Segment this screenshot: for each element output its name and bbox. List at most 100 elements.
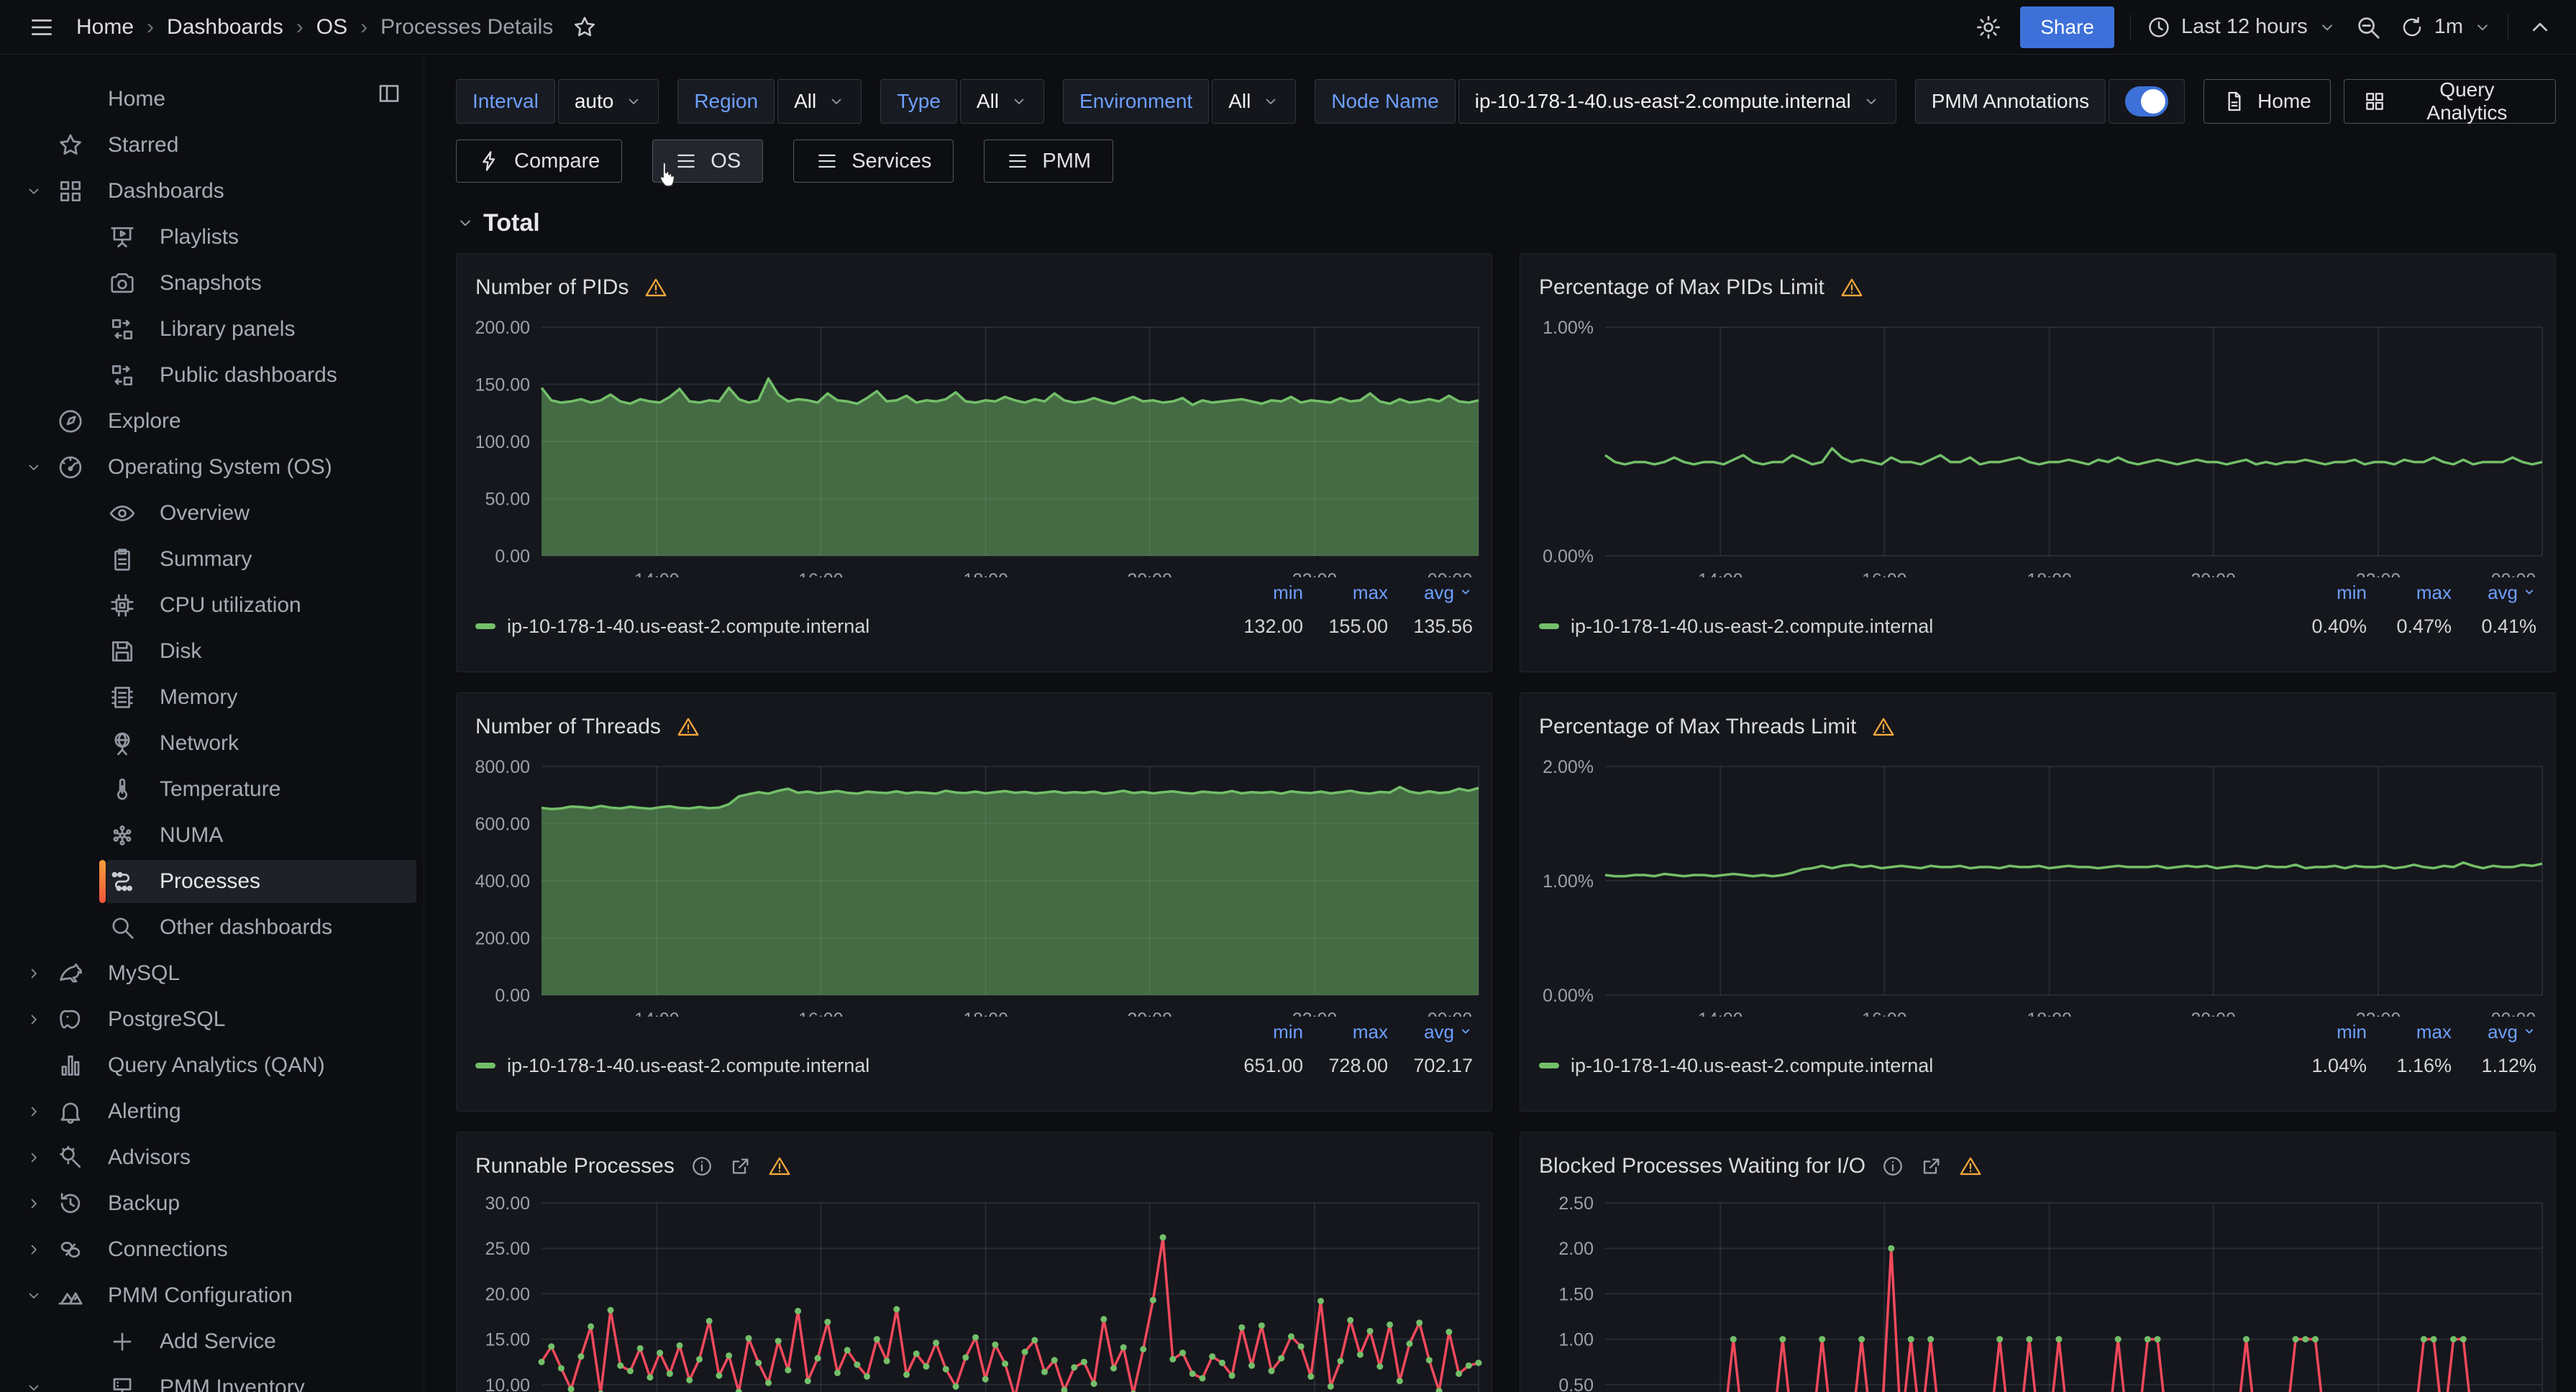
chevron-down-icon[interactable] — [13, 183, 55, 200]
sidebar-item-summary[interactable]: Summary — [0, 536, 424, 582]
panel-warning-icon[interactable] — [1872, 715, 1895, 738]
sidebar-item-network[interactable]: Network — [0, 720, 424, 766]
legend-series-name[interactable]: ip-10-178-1-40.us-east-2.compute.interna… — [475, 615, 1218, 638]
pmm-link-button[interactable]: PMM — [984, 139, 1113, 183]
zoom-out-icon[interactable] — [2352, 12, 2384, 43]
legend-header-avg[interactable]: avg — [1388, 1021, 1473, 1043]
panel-warning-icon[interactable] — [677, 715, 700, 738]
sidebar-item-other-dashboards[interactable]: Other dashboards — [0, 905, 424, 951]
sidebar-item-playlists[interactable]: Playlists — [0, 214, 424, 260]
sidebar-item-home[interactable]: Home — [0, 76, 424, 122]
hamburger-menu-icon[interactable] — [26, 12, 58, 43]
sidebar-item-backup[interactable]: Backup — [0, 1181, 424, 1227]
sidebar-item-pmm-configuration[interactable]: PMM Configuration — [0, 1273, 424, 1319]
compare-link-button[interactable]: Compare — [456, 139, 622, 183]
chart-plot-area[interactable]: 0.501.001.502.002.5014:0016:0018:0020:00… — [1520, 1184, 2555, 1392]
sidebar-item-temperature[interactable]: Temperature — [0, 766, 424, 812]
sidebar-item-memory[interactable]: Memory — [0, 674, 424, 720]
breadcrumb-item[interactable]: Dashboards — [167, 15, 283, 40]
legend-header-avg[interactable]: avg — [2452, 582, 2536, 604]
sidebar-item-alerting[interactable]: Alerting — [0, 1089, 424, 1135]
panel-warning-icon[interactable] — [768, 1155, 791, 1178]
sidebar-item-mysql[interactable]: MySQL — [0, 951, 424, 997]
sidebar-item-explore[interactable]: Explore — [0, 398, 424, 444]
sidebar-item-connections[interactable]: Connections — [0, 1227, 424, 1273]
panel-title[interactable]: Percentage of Max Threads Limit — [1539, 715, 1856, 739]
sidebar-item-pmm-inventory[interactable]: PMM Inventory — [0, 1365, 424, 1392]
chevron-right-icon[interactable] — [13, 1011, 55, 1028]
dashboard-settings-gear-icon[interactable] — [1973, 12, 2004, 43]
legend-header-min[interactable]: min — [2282, 582, 2367, 604]
chevron-down-icon[interactable] — [13, 1379, 55, 1392]
panel-info-icon[interactable] — [1881, 1155, 1904, 1178]
filter-value-dropdown[interactable]: auto — [558, 79, 659, 124]
legend-header-min[interactable]: min — [1218, 1021, 1303, 1043]
legend-header-max[interactable]: max — [1303, 582, 1388, 604]
legend-header-min[interactable]: min — [2282, 1021, 2367, 1043]
filter-value-dropdown[interactable]: All — [1212, 79, 1296, 124]
panel-warning-icon[interactable] — [644, 276, 667, 299]
chart-plot-area[interactable]: 0.0050.00100.00150.00200.0014:0016:0018:… — [457, 306, 1492, 577]
chart-plot-area[interactable]: 5.0010.0015.0020.0025.0030.0014:0016:001… — [457, 1184, 1492, 1392]
breadcrumb-item[interactable]: OS — [316, 15, 347, 40]
home-button[interactable]: Home — [2203, 79, 2331, 124]
legend-series-name[interactable]: ip-10-178-1-40.us-east-2.compute.interna… — [475, 1055, 1218, 1077]
legend-header-max[interactable]: max — [1303, 1021, 1388, 1043]
collapse-topbar-caret-icon[interactable] — [2524, 12, 2556, 43]
legend-header-max[interactable]: max — [2367, 582, 2452, 604]
favorite-star-icon[interactable] — [572, 12, 598, 43]
legend-header-avg[interactable]: avg — [2452, 1021, 2536, 1043]
sidebar-item-query-analytics-qan[interactable]: Query Analytics (QAN) — [0, 1043, 424, 1089]
sidebar-item-library-panels[interactable]: Library panels — [0, 306, 424, 352]
chevron-down-icon[interactable] — [13, 1287, 55, 1304]
refresh-picker[interactable]: 1m — [2400, 15, 2492, 40]
services-link-button[interactable]: Services — [793, 139, 954, 183]
panel-title[interactable]: Number of Threads — [475, 715, 661, 739]
sidebar-item-add-service[interactable]: Add Service — [0, 1319, 424, 1365]
panel-warning-icon[interactable] — [1959, 1155, 1982, 1178]
filter-value-dropdown[interactable]: All — [960, 79, 1044, 124]
breadcrumb-item[interactable]: Home — [76, 15, 134, 40]
chevron-right-icon[interactable] — [13, 1149, 55, 1166]
chart-plot-area[interactable]: 0.00%1.00%14:0016:0018:0020:0022:0000:00 — [1520, 306, 2555, 577]
sidebar-item-processes[interactable]: Processes — [0, 858, 424, 905]
chevron-right-icon[interactable] — [13, 1103, 55, 1120]
sidebar-item-advisors[interactable]: Advisors — [0, 1135, 424, 1181]
panel-info-icon[interactable] — [690, 1155, 713, 1178]
panel-title[interactable]: Number of PIDs — [475, 275, 629, 300]
panel-title[interactable]: Blocked Processes Waiting for I/O — [1539, 1154, 1865, 1178]
legend-header-avg[interactable]: avg — [1388, 582, 1473, 604]
share-button[interactable]: Share — [2020, 6, 2114, 48]
sidebar-item-overview[interactable]: Overview — [0, 490, 424, 536]
sidebar-item-starred[interactable]: Starred — [0, 122, 424, 168]
sidebar-item-operating-system-os[interactable]: Operating System (OS) — [0, 444, 424, 490]
chevron-down-icon[interactable] — [13, 459, 55, 476]
sidebar-item-cpu-utilization[interactable]: CPU utilization — [0, 582, 424, 628]
legend-header-min[interactable]: min — [1218, 582, 1303, 604]
filter-value-dropdown[interactable]: ip-10-178-1-40.us-east-2.compute.interna… — [1458, 79, 1896, 124]
time-range-picker[interactable]: Last 12 hours — [2147, 15, 2337, 40]
legend-series-name[interactable]: ip-10-178-1-40.us-east-2.compute.interna… — [1539, 615, 2282, 638]
sidebar-item-public-dashboards[interactable]: Public dashboards — [0, 352, 424, 398]
panel-warning-icon[interactable] — [1840, 276, 1863, 299]
filter-value-dropdown[interactable]: All — [777, 79, 862, 124]
chevron-right-icon[interactable] — [13, 965, 55, 982]
legend-series-name[interactable]: ip-10-178-1-40.us-east-2.compute.interna… — [1539, 1055, 2282, 1077]
legend-header-max[interactable]: max — [2367, 1021, 2452, 1043]
section-header-total[interactable]: Total — [456, 207, 2556, 239]
chart-plot-area[interactable]: 0.00%1.00%2.00%14:0016:0018:0020:0022:00… — [1520, 745, 2555, 1017]
panel-external-link-icon[interactable] — [1920, 1155, 1943, 1178]
panel-external-link-icon[interactable] — [729, 1155, 752, 1178]
sidebar-item-numa[interactable]: NUMA — [0, 812, 424, 858]
chart-plot-area[interactable]: 0.00200.00400.00600.00800.0014:0016:0018… — [457, 745, 1492, 1017]
chevron-right-icon[interactable] — [13, 1241, 55, 1258]
sidebar-item-postgresql[interactable]: PostgreSQL — [0, 997, 424, 1043]
sidebar-item-disk[interactable]: Disk — [0, 628, 424, 674]
panel-title[interactable]: Runnable Processes — [475, 1154, 675, 1178]
chevron-right-icon[interactable] — [13, 1195, 55, 1212]
sidebar-item-snapshots[interactable]: Snapshots — [0, 260, 424, 306]
query-analytics-button[interactable]: Query Analytics — [2344, 79, 2556, 124]
sidebar-item-dashboards[interactable]: Dashboards — [0, 168, 424, 214]
pmm-annotations-toggle[interactable] — [2109, 79, 2185, 124]
panel-title[interactable]: Percentage of Max PIDs Limit — [1539, 275, 1824, 300]
